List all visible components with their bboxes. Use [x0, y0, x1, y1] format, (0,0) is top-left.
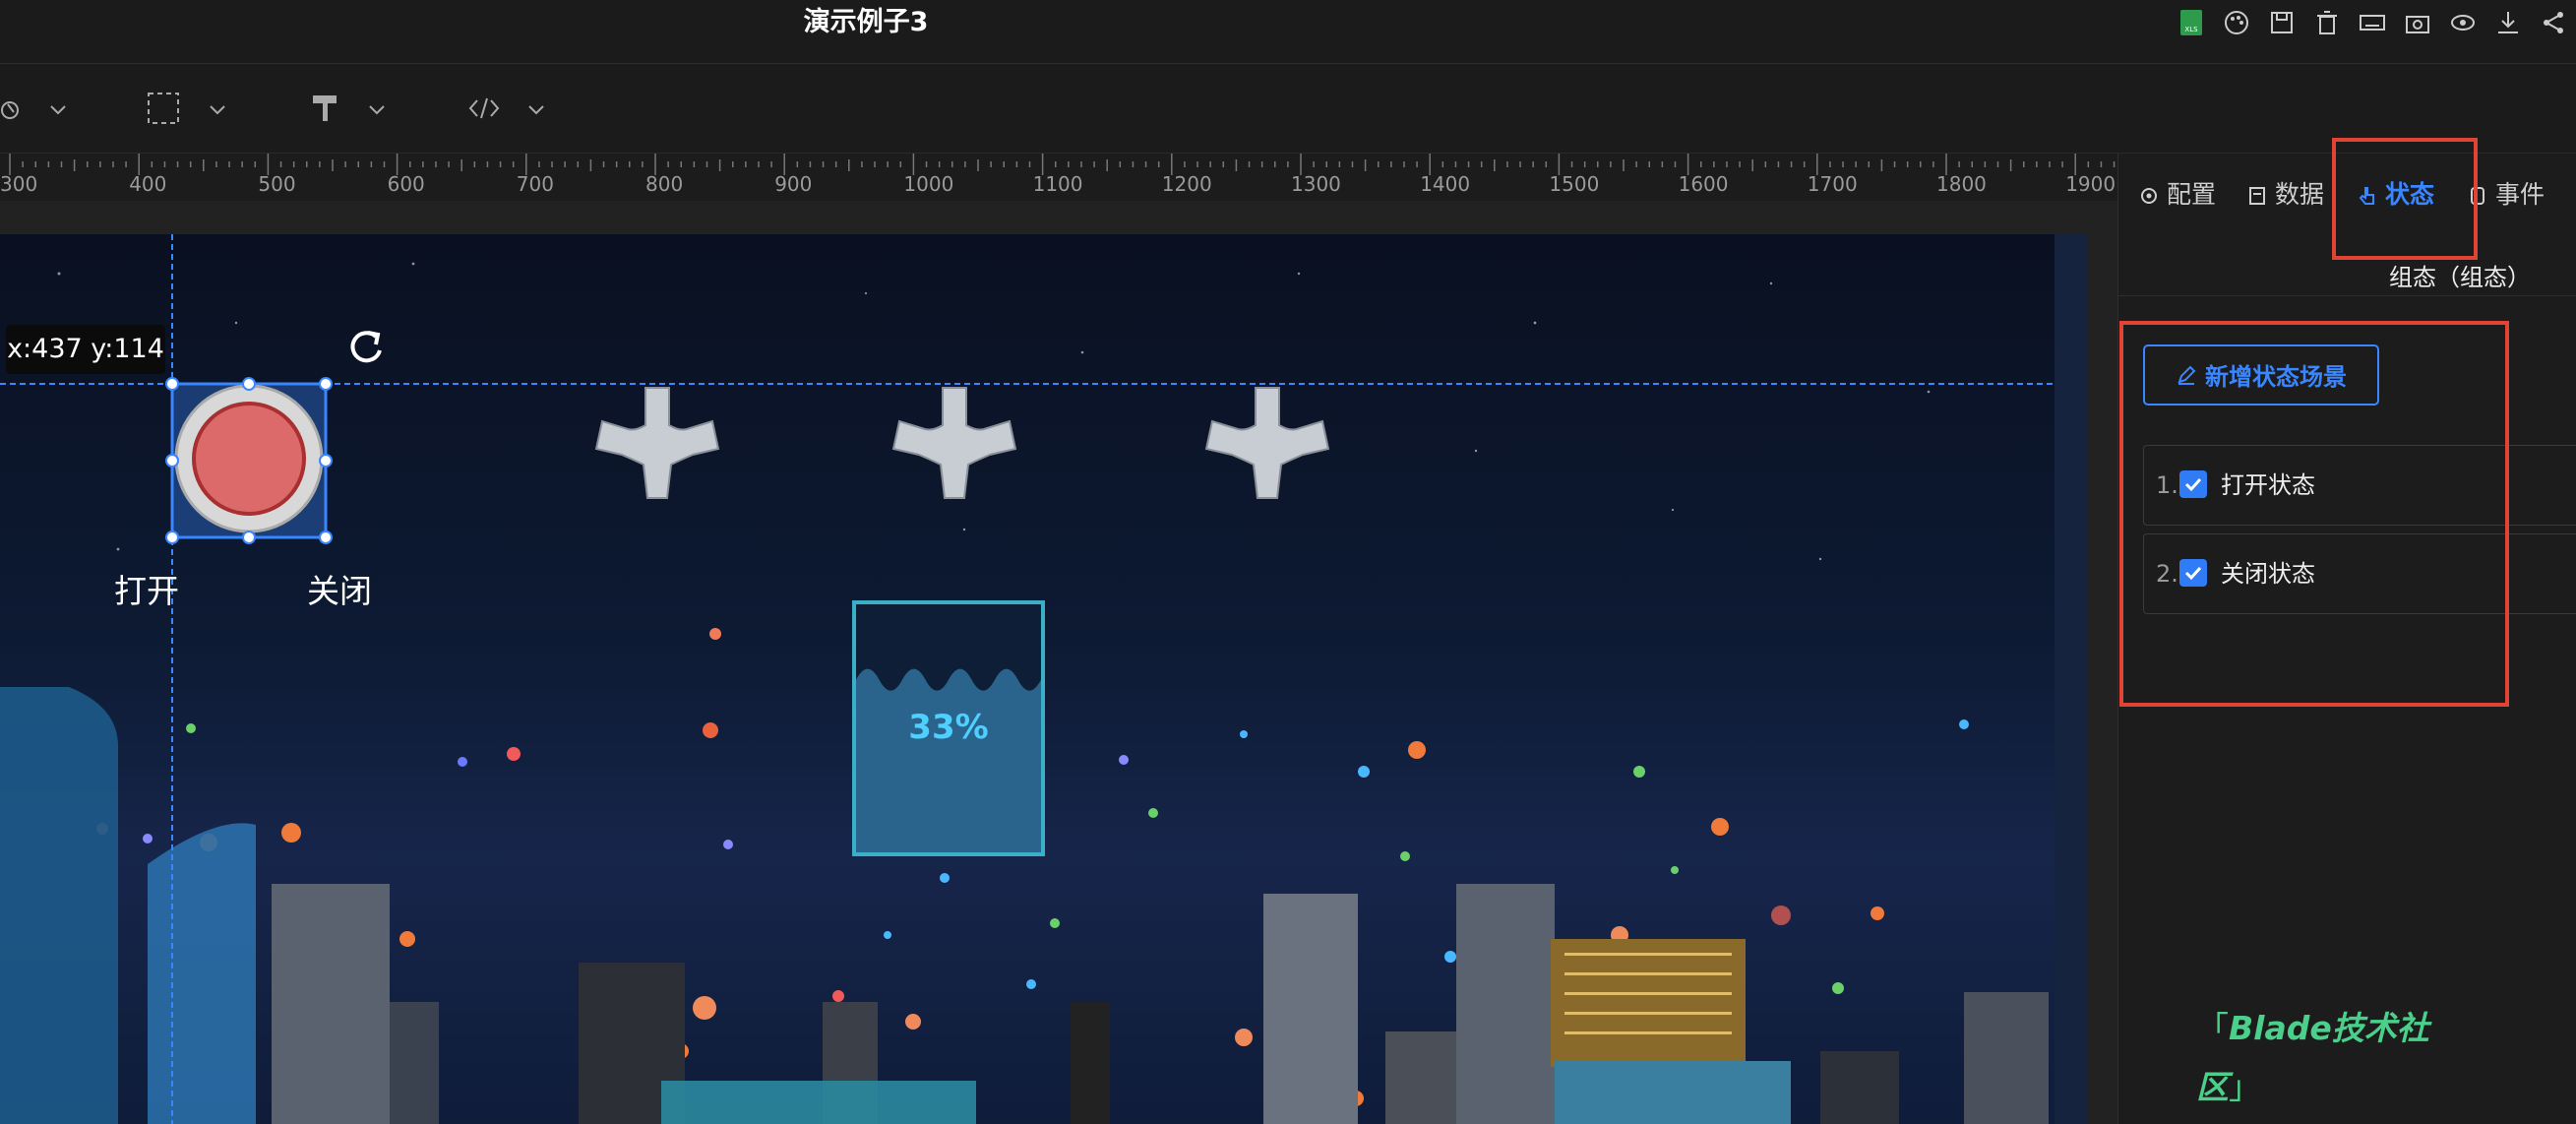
xls-export-icon[interactable]: XLS — [2177, 8, 2206, 37]
ruler-tick-label: 400 — [129, 172, 166, 196]
night-city-background: 33% — [0, 234, 2055, 1124]
fan-1 — [594, 387, 720, 499]
selected-toggle-button[interactable] — [165, 377, 333, 544]
tab-data[interactable]: 数据 — [2245, 175, 2324, 215]
ruler-tick-label: 1600 — [1679, 172, 1729, 196]
stars — [57, 262, 1931, 561]
ruler-tick-label: 300 — [0, 172, 37, 196]
gear-icon — [2141, 188, 2157, 204]
chevron-down-icon[interactable] — [525, 98, 547, 124]
ruler-tick-label: 1300 — [1291, 172, 1341, 196]
ruler-tick-label: 1200 — [1162, 172, 1212, 196]
format-brush-tool[interactable] — [307, 91, 342, 130]
open-label: 打开 — [114, 572, 179, 610]
fan-2 — [891, 387, 1017, 499]
canvas-scrollbar[interactable] — [2055, 234, 2088, 1124]
svg-text:XLS: XLS — [2184, 26, 2198, 33]
chevron-down-icon[interactable] — [207, 98, 228, 124]
tab-data-label: 数据 — [2275, 180, 2325, 209]
watermark-bracket-right: 」 — [2229, 1068, 2261, 1106]
ruler-tick-label: 1000 — [903, 172, 953, 196]
download-icon[interactable] — [2493, 8, 2523, 37]
keyboard-icon[interactable] — [2358, 8, 2387, 37]
share-icon[interactable] — [2539, 8, 2568, 37]
tab-event[interactable]: 事件 — [2466, 175, 2545, 215]
coordinate-readout: x:437 y:114 — [6, 325, 165, 374]
tab-config-label: 配置 — [2167, 180, 2217, 209]
highlight-box-tab — [2332, 138, 2478, 260]
ruler-tick-label: 700 — [517, 172, 554, 196]
ruler-tick-label: 1500 — [1549, 172, 1599, 196]
ruler-tick-label: 1400 — [1420, 172, 1470, 196]
ruler-tick-label: 500 — [258, 172, 295, 196]
close-label: 关闭 — [307, 572, 372, 610]
water-level-gauge: 33% — [852, 600, 1045, 856]
pointer-tool[interactable] — [0, 91, 35, 130]
horizontal-ruler: 300 400 500 600 700 800 900 1000 1100 1200 1300 140… — [0, 154, 2117, 201]
watermark-bracket-left: 「 — [2196, 1009, 2229, 1047]
water-level-text: 33% — [908, 708, 988, 747]
tab-event-label: 事件 — [2495, 180, 2545, 209]
fan-3 — [1204, 387, 1330, 499]
code-tool[interactable] — [466, 91, 502, 130]
ruler-tick-label: 1700 — [1808, 172, 1858, 196]
page-title: 演示例子3 — [803, 7, 929, 37]
ruler-tick-label: 1900 — [2065, 172, 2116, 196]
data-icon — [2249, 187, 2265, 205]
watermark: 「Blade技术社区」 — [2196, 999, 2491, 1106]
trash-icon[interactable] — [2312, 8, 2342, 37]
chevron-down-icon[interactable] — [366, 98, 388, 124]
chevron-down-icon[interactable] — [47, 98, 69, 124]
water-fill — [856, 668, 1041, 852]
ruler-tick-label: 900 — [774, 172, 812, 196]
camera-icon[interactable] — [2403, 8, 2432, 37]
panel-subtitle: 组态（组态） — [2389, 264, 2531, 291]
rotate-handle-icon[interactable] — [350, 331, 382, 363]
save-icon[interactable] — [2267, 8, 2297, 37]
ruler-tick-label: 800 — [645, 172, 683, 196]
eye-icon[interactable] — [2448, 8, 2478, 37]
palette-icon[interactable] — [2222, 8, 2251, 37]
ruler-tick-label: 600 — [388, 172, 425, 196]
select-area-tool[interactable] — [146, 91, 181, 130]
highlight-box-states — [2119, 321, 2509, 707]
tab-config[interactable]: 配置 — [2137, 175, 2216, 215]
ruler-tick-label: 1100 — [1033, 172, 1083, 196]
ruler-tick-label: 1800 — [1936, 172, 1987, 196]
